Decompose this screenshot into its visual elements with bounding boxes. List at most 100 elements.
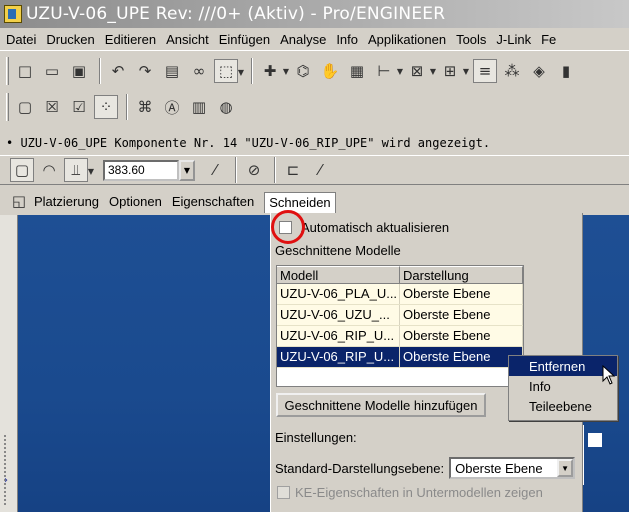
collapsed-handle[interactable] [588, 433, 602, 447]
column-header-darstellung[interactable]: Darstellung [400, 266, 523, 283]
toolbar-grip[interactable] [6, 93, 9, 121]
open-folder-icon[interactable]: ▭ [40, 59, 64, 83]
tab-schneiden[interactable]: Schneiden [264, 191, 336, 213]
table-row[interactable]: UZU-V-06_PLA_U... Oberste Ebene [277, 284, 523, 305]
tab-optionen[interactable]: Optionen [109, 194, 162, 209]
new-file-icon[interactable]: □ [13, 59, 37, 83]
expand-icon[interactable]: › [4, 475, 8, 486]
cell-display[interactable]: Oberste Ebene [400, 305, 523, 325]
redo-icon[interactable]: ↷ [133, 59, 157, 83]
cell-display[interactable]: Oberste Ebene [400, 284, 523, 304]
cell-model: UZU-V-06_RIP_U... [277, 347, 400, 367]
menu-item-teileebene[interactable]: Teileebene [509, 396, 617, 416]
model-tree-icon[interactable]: ⊞ ▼ [438, 59, 469, 83]
table-row-selected[interactable]: UZU-V-06_RIP_U... Oberste Ebene [277, 347, 523, 368]
dashboard-tabs: ◱ Platzierung Optionen Eigenschaften Sch… [0, 189, 629, 213]
table-row[interactable]: UZU-V-06_UZU_... Oberste Ebene [277, 305, 523, 326]
mouse-cursor-icon [602, 365, 616, 385]
settings-label: Einstellungen: [275, 430, 357, 445]
table-row[interactable]: UZU-V-06_RIP_U... Oberste Ebene [277, 326, 523, 347]
std-level-value: Oberste Ebene [455, 460, 543, 476]
workstation-icon[interactable]: ▥ [187, 95, 211, 119]
navigator-strip: › [0, 215, 18, 512]
activate-window-icon[interactable]: ☑ [67, 95, 91, 119]
close-window-icon[interactable]: ☒ [40, 95, 64, 119]
feature-dashboard: ▢ ◠ ⫫ ▼ 383.60 ▼ ⁄ ⊘ ⊏ ⁄ [0, 155, 629, 185]
hand-pan-icon[interactable]: ✋ [318, 59, 342, 83]
sketch-icon[interactable]: ⌬ [291, 59, 315, 83]
column-header-modell[interactable]: Modell [277, 266, 400, 283]
chevron-down-icon[interactable]: ▼ [557, 459, 574, 477]
menu-jlink[interactable]: J-Link [496, 32, 531, 47]
add-cut-models-button[interactable]: Geschnittene Modelle hinzufügen [276, 393, 486, 417]
paste-icon[interactable]: ▤ [160, 59, 184, 83]
text-icon[interactable]: Ⓐ [160, 95, 184, 119]
surface-icon[interactable]: ◠ [37, 158, 61, 182]
menu-tools[interactable]: Tools [456, 32, 486, 47]
menu-applikationen[interactable]: Applikationen [368, 32, 446, 47]
secondary-toolbar: ▢ ☒ ☑ ⁘ ⌘ Ⓐ ▥ ◍ [0, 89, 629, 125]
flip-direction-icon[interactable]: ⁄ [203, 158, 227, 182]
separator [99, 58, 101, 84]
menu-datei[interactable]: Datei [6, 32, 36, 47]
undo-icon[interactable]: ↶ [106, 59, 130, 83]
parameters-icon[interactable]: ⁂ [500, 59, 524, 83]
cell-model: UZU-V-06_PLA_U... [277, 284, 400, 304]
menu-info[interactable]: Info [336, 32, 358, 47]
status-message: • UZU-V-06_UPE Komponente Nr. 14 "UZU-V-… [6, 136, 491, 150]
window-icon[interactable]: ▢ [13, 95, 37, 119]
auto-update-label: Automatisch aktualisieren [301, 220, 450, 235]
chevron-down-icon[interactable]: ▼ [179, 159, 195, 181]
menu-item-entfernen[interactable]: Entfernen [509, 356, 617, 376]
selection-box-icon[interactable]: ⬚ ▼ [214, 59, 244, 83]
filter-icon[interactable]: ⊠ ▼ [405, 59, 436, 83]
globe-icon[interactable]: ◍ [214, 95, 238, 119]
menu-fenster[interactable]: Fe [541, 32, 556, 47]
save-icon[interactable]: ▣ [67, 59, 91, 83]
ke-properties-label: KE-Eigenschaften in Untermodellen zeigen [295, 485, 543, 500]
depth-option-icon[interactable]: ⫫ ▼ [64, 158, 94, 182]
std-level-select[interactable]: Oberste Ebene ▼ [449, 457, 576, 479]
menu-analyse[interactable]: Analyse [280, 32, 326, 47]
repaint-icon[interactable]: ▦ [345, 59, 369, 83]
model-display-icon[interactable]: ⁘ [94, 95, 118, 119]
panel-edge [583, 425, 629, 485]
title-bar: UZU-V-06_UPE Rev: ///0+ (Aktiv) - Pro/EN… [0, 0, 629, 28]
color-palette-icon[interactable]: ▮ [554, 59, 578, 83]
flip-side-icon[interactable]: ⁄ [308, 158, 332, 182]
cell-model: UZU-V-06_UZU_... [277, 305, 400, 325]
measure-icon[interactable]: ⊢ ▼ [372, 59, 403, 83]
separator [274, 157, 276, 183]
video-camera-icon[interactable]: ⌘ [133, 95, 157, 119]
tab-platzierung[interactable]: Platzierung [34, 194, 99, 209]
thicken-icon[interactable]: ⊏ [281, 158, 305, 182]
ke-properties-checkbox[interactable] [277, 486, 290, 499]
std-level-row: Standard-Darstellungsebene: Oberste Eben… [275, 457, 576, 479]
separator [235, 157, 237, 183]
menu-einfuegen[interactable]: Einfügen [219, 32, 270, 47]
solid-icon[interactable]: ▢ [10, 158, 34, 182]
menu-ansicht[interactable]: Ansicht [166, 32, 209, 47]
menu-drucken[interactable]: Drucken [46, 32, 94, 47]
menu-bar: Datei Drucken Editieren Ansicht Einfügen… [0, 29, 629, 51]
datum-point-icon[interactable]: ✚ ▼ [258, 59, 289, 83]
cell-display[interactable]: Oberste Ebene [400, 326, 523, 346]
ke-properties-row: KE-Eigenschaften in Untermodellen zeigen [277, 485, 543, 500]
toolbar-grip[interactable] [6, 57, 9, 85]
highlight-circle [271, 210, 305, 244]
splitter-handle[interactable] [4, 435, 12, 505]
auto-update-row: Automatisch aktualisieren [271, 210, 450, 244]
menu-item-info[interactable]: Info [509, 376, 617, 396]
cell-model: UZU-V-06_RIP_U... [277, 326, 400, 346]
tab-eigenschaften[interactable]: Eigenschaften [172, 194, 254, 209]
cell-display[interactable]: Oberste Ebene [400, 347, 523, 367]
separator [251, 58, 253, 84]
separator [126, 94, 128, 120]
remove-material-icon[interactable]: ⊘ [242, 158, 266, 182]
layers-icon[interactable]: ≡ [473, 59, 497, 83]
window-title: UZU-V-06_UPE Rev: ///0+ (Aktiv) - Pro/EN… [26, 4, 446, 24]
dimension-input[interactable]: 383.60 [103, 159, 179, 181]
display-style-icon[interactable]: ◈ [527, 59, 551, 83]
menu-editieren[interactable]: Editieren [105, 32, 156, 47]
binoculars-icon[interactable]: ∞ [187, 59, 211, 83]
